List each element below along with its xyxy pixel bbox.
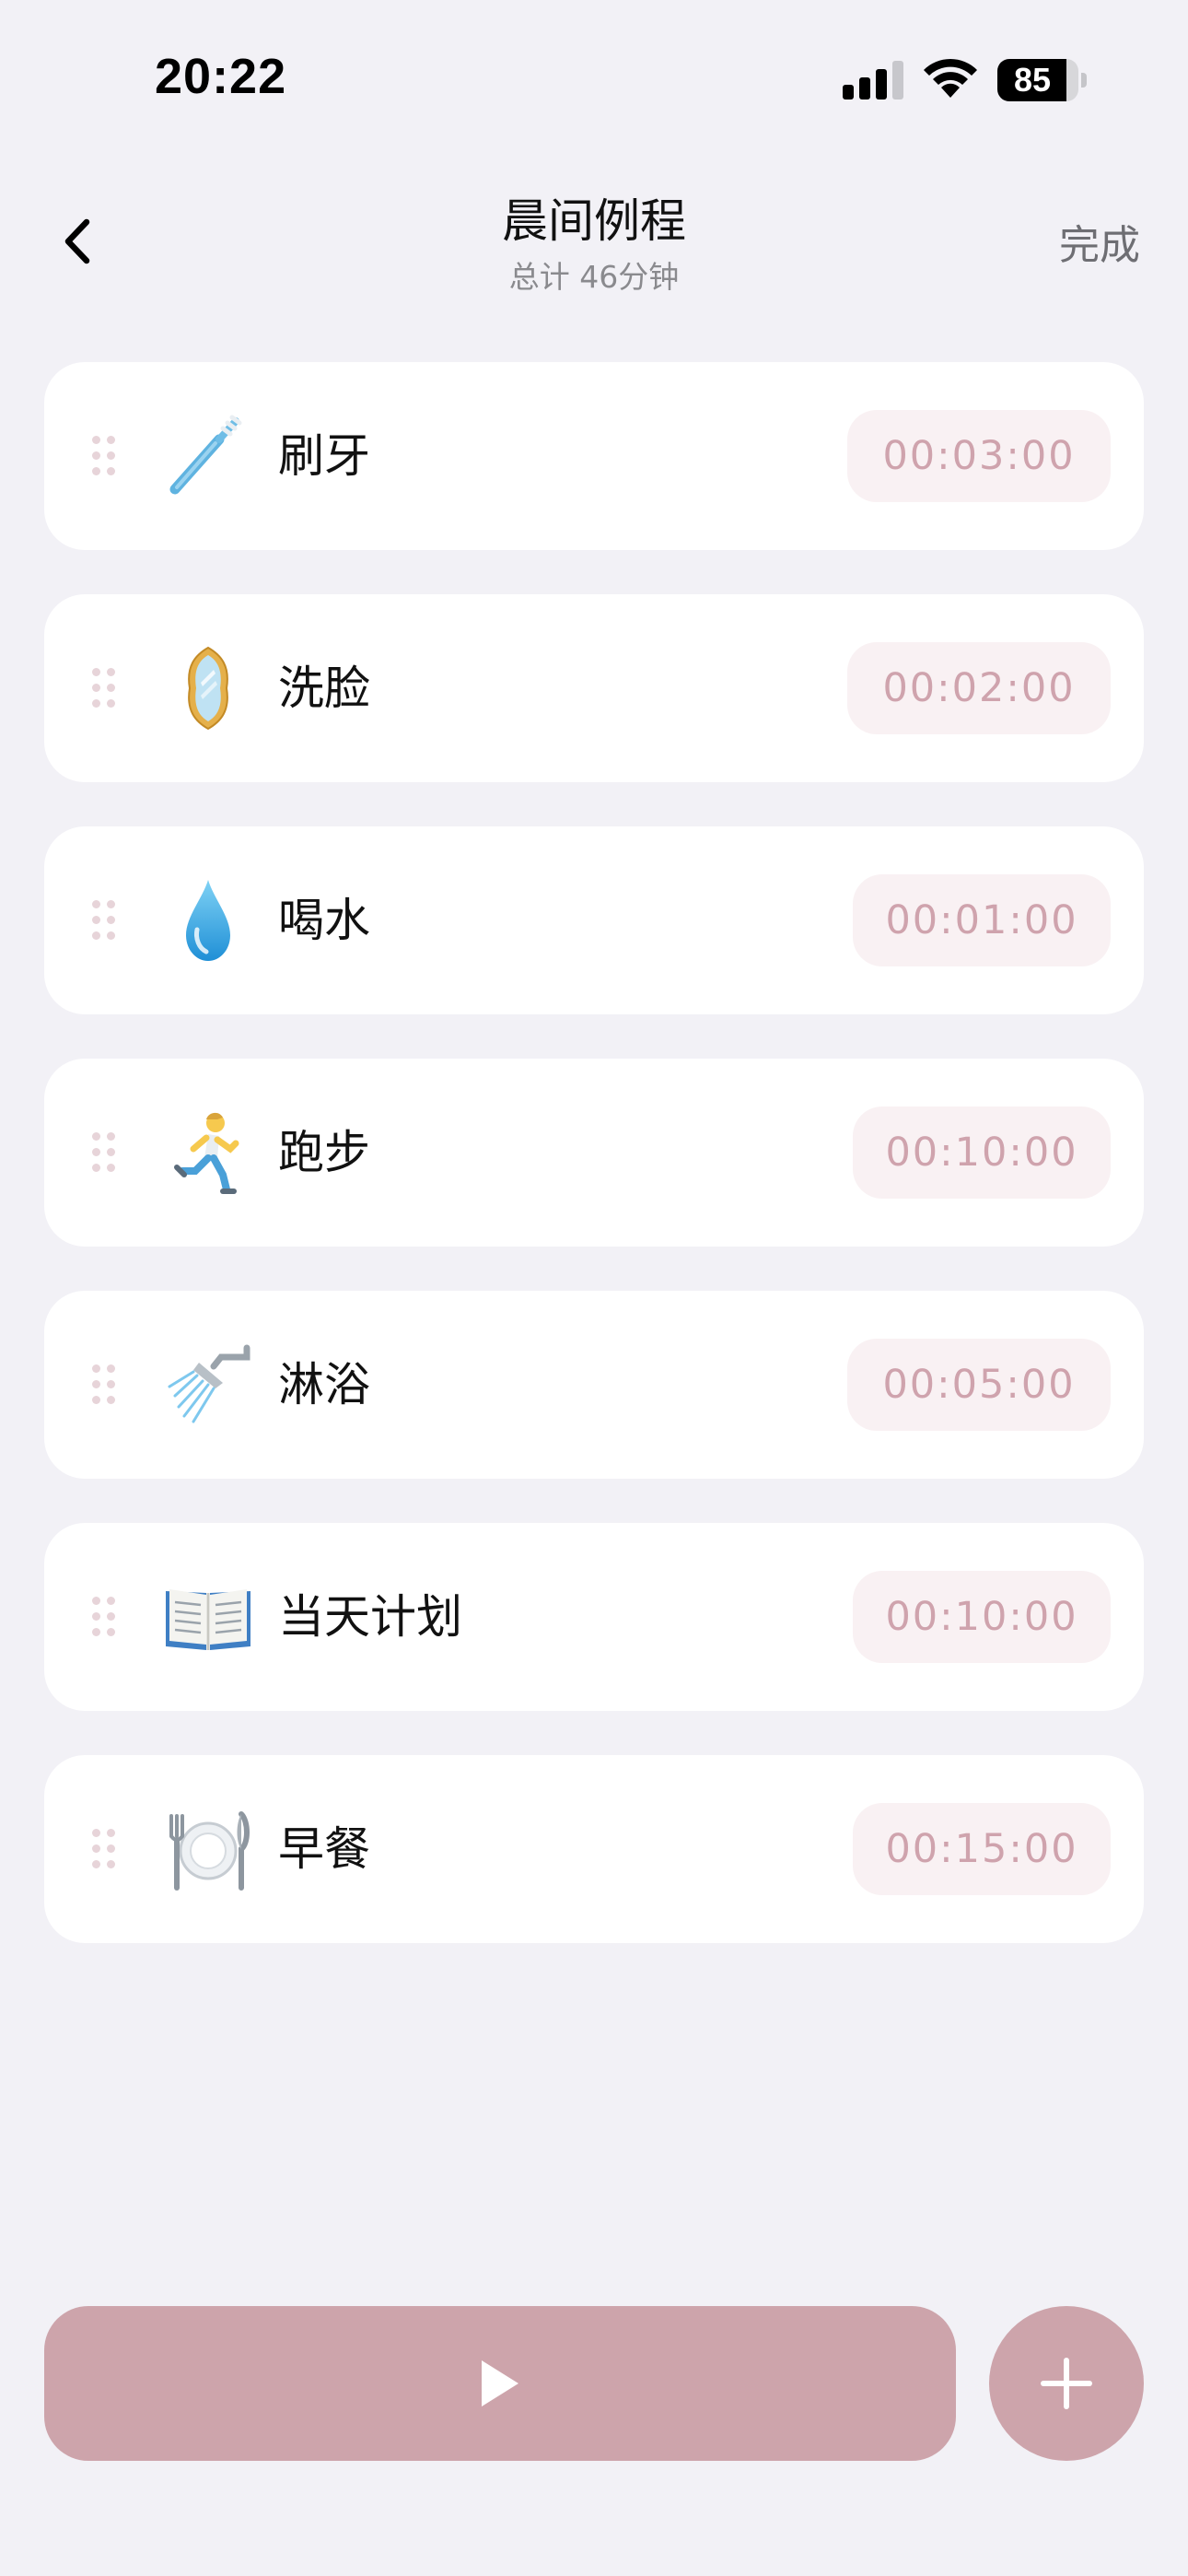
duration-pill[interactable]: 00:15:00 xyxy=(853,1803,1111,1895)
wifi-icon xyxy=(924,58,977,98)
item-label: 跑步 xyxy=(278,1126,370,1179)
drag-handle[interactable] xyxy=(92,1132,116,1173)
battery-body: 85 xyxy=(997,59,1078,101)
done-button[interactable]: 完成 xyxy=(1059,212,1140,271)
routine-item[interactable]: 刷牙 00:03:00 xyxy=(44,362,1144,550)
routine-item[interactable]: 淋浴 00:05:00 xyxy=(44,1291,1144,1479)
page-subtitle: 总计 46分钟 xyxy=(508,259,680,295)
water-drop-icon xyxy=(186,880,230,961)
drag-handle[interactable] xyxy=(92,1597,116,1637)
play-button[interactable] xyxy=(44,2306,956,2461)
drag-handle[interactable] xyxy=(92,1364,116,1405)
drag-handle[interactable] xyxy=(92,668,116,708)
add-button[interactable] xyxy=(989,2306,1144,2461)
drag-handle[interactable] xyxy=(92,436,116,476)
duration-pill[interactable]: 00:05:00 xyxy=(847,1339,1111,1431)
toothbrush-icon xyxy=(169,415,242,495)
status-bar: 20:22 85 xyxy=(0,0,1188,157)
drag-handle[interactable] xyxy=(92,1829,116,1869)
item-label: 当天计划 xyxy=(278,1590,462,1644)
duration-pill[interactable]: 00:01:00 xyxy=(853,874,1111,966)
page-title: 晨间例程 xyxy=(502,194,686,248)
plate-cutlery-icon xyxy=(169,1811,250,1891)
item-label: 喝水 xyxy=(278,894,370,947)
routine-item[interactable]: 喝水 00:01:00 xyxy=(44,826,1144,1014)
battery-cap xyxy=(1081,73,1087,88)
duration-pill[interactable]: 00:02:00 xyxy=(847,642,1111,734)
routine-item[interactable]: 早餐 00:15:00 xyxy=(44,1755,1144,1943)
drag-handle[interactable] xyxy=(92,900,116,941)
runner-icon xyxy=(174,1112,239,1194)
plus-icon xyxy=(1041,2358,1092,2409)
item-label: 淋浴 xyxy=(278,1358,370,1411)
item-label: 洗脸 xyxy=(278,662,370,715)
signal-icon xyxy=(843,61,903,100)
routine-item[interactable]: 洗脸 00:02:00 xyxy=(44,594,1144,782)
duration-pill[interactable]: 00:10:00 xyxy=(853,1107,1111,1199)
duration-pill[interactable]: 00:10:00 xyxy=(853,1571,1111,1663)
routine-list: 刷牙 00:03:00 洗脸 00:02:00 喝水 00:01:00 跑步 0… xyxy=(44,362,1144,1987)
play-icon xyxy=(482,2360,518,2406)
mirror-icon xyxy=(188,646,228,731)
duration-pill[interactable]: 00:03:00 xyxy=(847,410,1111,502)
battery-level: 85 xyxy=(1013,61,1052,99)
item-label: 早餐 xyxy=(278,1822,370,1876)
open-book-icon xyxy=(166,1589,250,1650)
battery-icon: 85 xyxy=(997,59,1087,101)
routine-item[interactable]: 当天计划 00:10:00 xyxy=(44,1523,1144,1711)
status-time: 20:22 xyxy=(155,49,287,104)
shower-icon xyxy=(168,1344,250,1423)
item-label: 刷牙 xyxy=(278,429,370,483)
routine-item[interactable]: 跑步 00:10:00 xyxy=(44,1059,1144,1247)
